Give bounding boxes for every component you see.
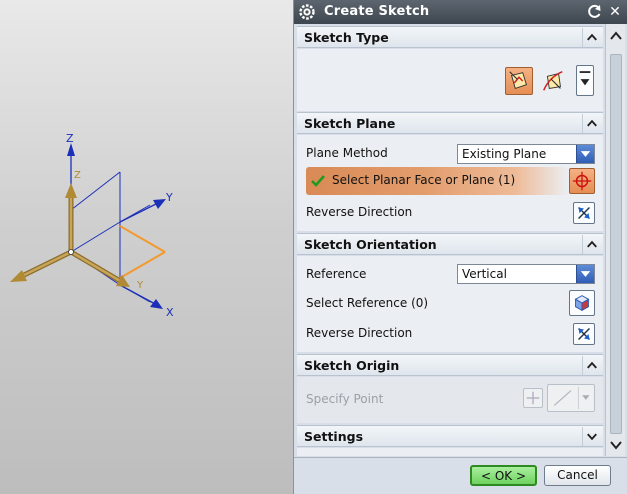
select-planar-face-label: Select Planar Face or Plane (1)	[332, 173, 516, 187]
chevron-up-icon[interactable]	[582, 114, 601, 133]
type-dropdown-icon[interactable]	[576, 65, 594, 96]
section-title: Sketch Type	[304, 30, 389, 45]
chevron-up-icon[interactable]	[582, 356, 601, 375]
select-reference-label: Select Reference (0)	[306, 296, 429, 310]
section-title: Sketch Orientation	[304, 237, 437, 252]
on-plane-sketch-icon[interactable]	[505, 67, 533, 95]
chevron-up-icon[interactable]	[582, 235, 601, 254]
on-path-sketch-icon[interactable]	[539, 67, 567, 95]
reverse-direction-icon[interactable]	[573, 202, 595, 224]
section-header-settings[interactable]: Settings	[297, 425, 603, 447]
point-dialog-icon[interactable]	[523, 388, 543, 408]
selected-face-edge	[119, 225, 166, 279]
gear-icon	[299, 4, 315, 20]
dialog-footer: < OK > Cancel	[294, 457, 627, 494]
section-body-sketch-type	[297, 49, 603, 111]
reference-value: Vertical	[462, 267, 507, 281]
small-z-label: Z	[74, 170, 81, 181]
select-reference-cube-icon[interactable]	[569, 290, 595, 316]
section-title: Sketch Plane	[304, 116, 396, 131]
chevron-up-icon[interactable]	[582, 28, 601, 47]
crosshair-select-icon[interactable]	[569, 168, 595, 194]
section-header-sketch-orientation[interactable]: Sketch Orientation	[297, 233, 603, 255]
scroll-down-icon[interactable]	[609, 439, 623, 451]
graphics-viewport[interactable]: Z Y X Z Y	[0, 0, 293, 494]
chevron-down-icon[interactable]	[582, 427, 601, 446]
section-body-settings	[297, 448, 603, 456]
section-header-sketch-origin[interactable]: Sketch Origin	[297, 354, 603, 376]
small-y-label: Y	[136, 280, 144, 291]
y-axis-vector[interactable]	[119, 199, 166, 223]
checkmark-icon	[311, 175, 325, 187]
wcs-triad[interactable]	[10, 183, 130, 287]
dialog-title: Create Sketch	[324, 4, 430, 19]
create-sketch-dialog: Create Sketch ✕ Sketch Type Sketch Plane…	[293, 0, 627, 494]
y-axis-label: Y	[165, 191, 173, 204]
reverse-direction-label: Reverse Direction	[306, 326, 413, 340]
scroll-thumb[interactable]	[610, 54, 622, 434]
dialog-titlebar[interactable]: Create Sketch ✕	[294, 0, 627, 24]
plane-method-label: Plane Method	[306, 146, 388, 160]
scroll-up-icon[interactable]	[609, 30, 623, 42]
section-title: Sketch Origin	[304, 358, 400, 373]
datum-csys-graphic[interactable]: Z Y X Z Y	[0, 0, 293, 494]
inferred-point-dropdown-icon[interactable]	[547, 384, 595, 412]
section-header-sketch-type[interactable]: Sketch Type	[297, 26, 603, 48]
dialog-scrollbar[interactable]	[605, 24, 625, 456]
reference-label: Reference	[306, 267, 367, 281]
plane-method-value: Existing Plane	[462, 147, 547, 161]
x-axis-label: X	[166, 306, 174, 319]
chevron-down-icon[interactable]	[576, 265, 594, 283]
section-title: Settings	[304, 429, 364, 444]
chevron-down-icon[interactable]	[576, 145, 594, 163]
reset-icon[interactable]	[586, 3, 604, 21]
specify-point-label: Specify Point	[306, 392, 384, 406]
select-planar-face-step[interactable]: Select Planar Face or Plane (1)	[306, 167, 568, 195]
section-header-sketch-plane[interactable]: Sketch Plane	[297, 112, 603, 134]
reverse-direction-icon[interactable]	[573, 323, 595, 345]
reference-dropdown[interactable]: Vertical	[457, 264, 595, 284]
z-axis-label: Z	[66, 132, 74, 145]
close-icon[interactable]: ✕	[606, 3, 624, 21]
cancel-button[interactable]: Cancel	[544, 465, 611, 486]
ok-button[interactable]: < OK >	[470, 465, 537, 486]
reverse-direction-label: Reverse Direction	[306, 205, 413, 219]
plane-method-dropdown[interactable]: Existing Plane	[457, 144, 595, 164]
dialog-content: Sketch Type Sketch Plane Plane Method Ex…	[297, 24, 603, 456]
